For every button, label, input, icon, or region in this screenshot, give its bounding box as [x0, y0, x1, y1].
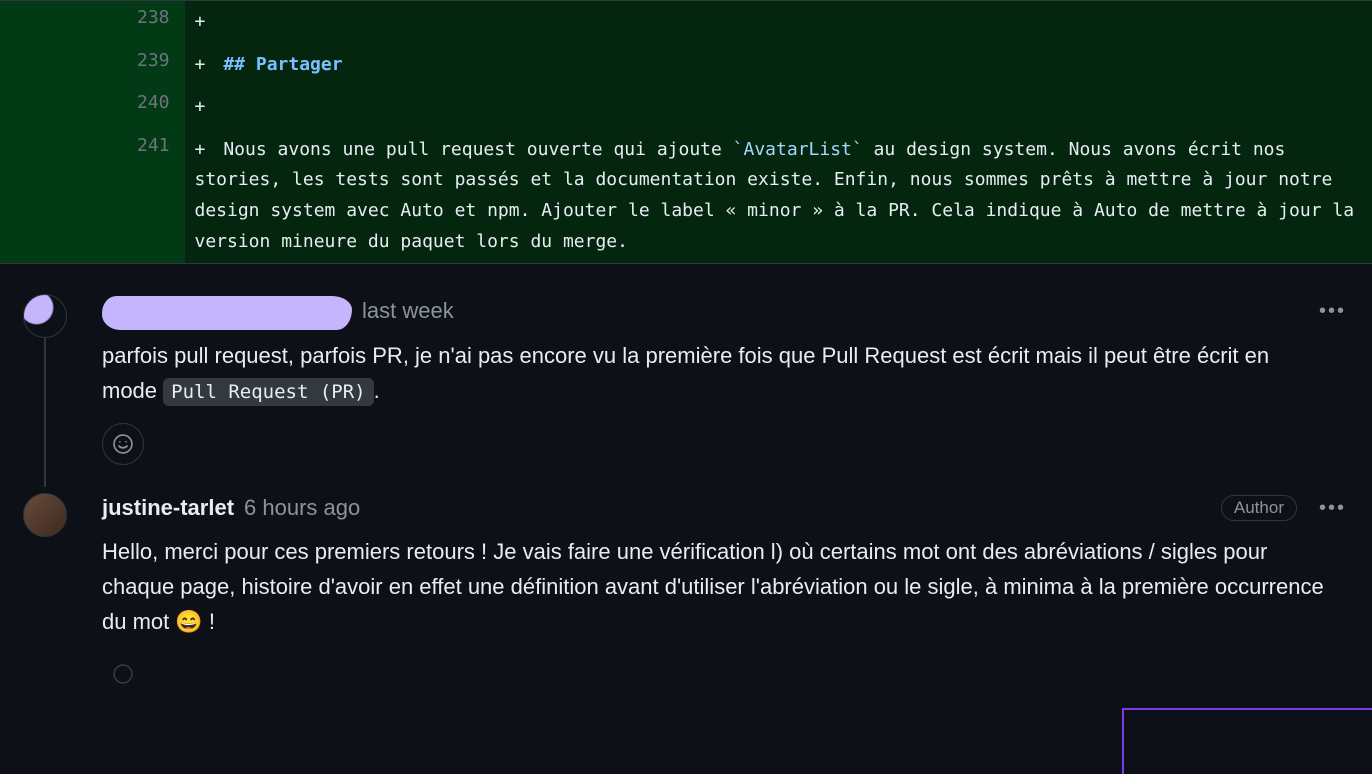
comment-body: Hello, merci pour ces premiers retours !…: [102, 534, 1356, 640]
diff-line: 240 +: [0, 86, 1372, 129]
author-badge: Author: [1221, 495, 1297, 521]
comments-section: last week ••• parfois pull request, parf…: [0, 263, 1372, 717]
inline-code: Pull Request (PR): [163, 378, 373, 406]
timestamp[interactable]: 6 hours ago: [244, 495, 360, 521]
corner-overlay: [1122, 708, 1372, 774]
smiley-icon: [112, 433, 134, 455]
comment: last week ••• parfois pull request, parf…: [16, 288, 1356, 486]
line-number[interactable]: 241: [92, 129, 184, 263]
comment: justine-tarlet 6 hours ago Author ••• He…: [16, 487, 1356, 718]
line-content: +: [184, 86, 1372, 129]
smiley-icon: [112, 663, 134, 685]
comment-body: parfois pull request, parfois PR, je n'a…: [102, 338, 1356, 408]
timestamp[interactable]: last week: [362, 298, 454, 324]
markdown-heading: ## Partager: [223, 54, 342, 75]
add-reaction-button[interactable]: [102, 653, 144, 695]
line-content: + ## Partager: [184, 44, 1372, 87]
comment-header: justine-tarlet 6 hours ago Author •••: [102, 493, 1356, 524]
diff-line: 238 +: [0, 1, 1372, 44]
plus-icon: +: [195, 135, 213, 166]
plus-icon: +: [195, 50, 213, 81]
diff-line: 239 + ## Partager: [0, 44, 1372, 87]
add-reaction-button[interactable]: [102, 423, 144, 465]
comment-header: last week •••: [102, 294, 1356, 328]
diff-line: 241 + Nous avons une pull request ouvert…: [0, 129, 1372, 263]
line-content: + Nous avons une pull request ouverte qu…: [184, 129, 1372, 263]
avatar[interactable]: [23, 294, 67, 338]
thread-line: [44, 338, 46, 486]
kebab-icon[interactable]: •••: [1309, 493, 1356, 524]
plus-icon: +: [195, 92, 213, 123]
line-number[interactable]: 239: [92, 44, 184, 87]
avatar[interactable]: [23, 493, 67, 537]
line-number[interactable]: 240: [92, 86, 184, 129]
line-number[interactable]: 238: [92, 1, 184, 44]
author-redacted: [102, 296, 352, 330]
author-name[interactable]: justine-tarlet: [102, 495, 234, 521]
line-content: +: [184, 1, 1372, 44]
kebab-icon[interactable]: •••: [1309, 296, 1356, 327]
inline-code: `AvatarList`: [733, 139, 863, 160]
plus-icon: +: [195, 7, 213, 38]
diff-table: 238 + 239 + ## Partager 240 + 241 + Nous…: [0, 1, 1372, 263]
